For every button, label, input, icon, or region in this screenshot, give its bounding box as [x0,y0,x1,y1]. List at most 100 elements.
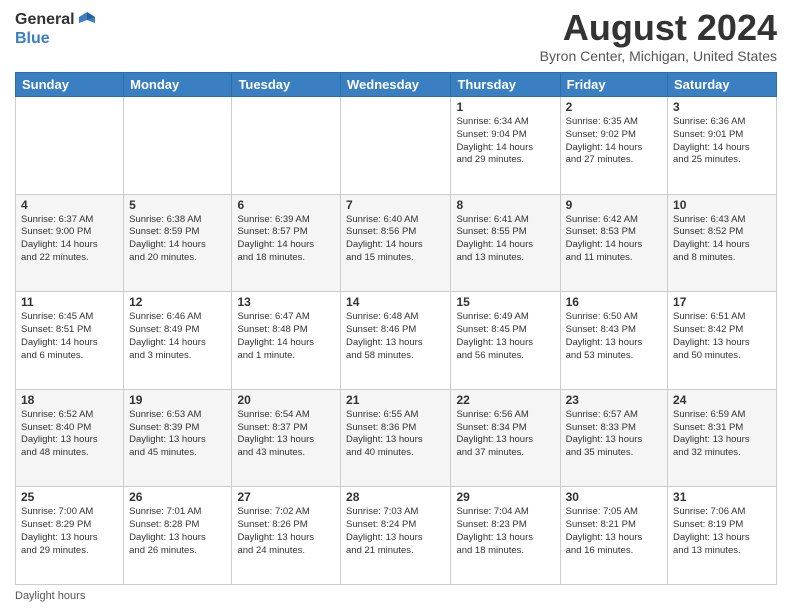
day-number: 18 [21,393,118,407]
day-info: Sunrise: 6:40 AM Sunset: 8:56 PM Dayligh… [346,214,445,265]
day-number: 27 [237,490,335,504]
col-header-monday: Monday [124,73,232,97]
day-info: Sunrise: 6:39 AM Sunset: 8:57 PM Dayligh… [237,214,335,265]
day-info: Sunrise: 6:53 AM Sunset: 8:39 PM Dayligh… [129,409,226,460]
day-number: 23 [566,393,662,407]
calendar-table: SundayMondayTuesdayWednesdayThursdayFrid… [15,72,777,585]
day-number: 8 [456,198,554,212]
calendar-week-4: 18 Sunrise: 6:52 AM Sunset: 8:40 PM Dayli… [16,389,777,487]
calendar-cell: 1 Sunrise: 6:34 AM Sunset: 9:04 PM Daylig… [451,97,560,195]
calendar-cell: 10Sunrise: 6:43 AM Sunset: 8:52 PM Dayli… [668,194,777,292]
calendar-cell: 16Sunrise: 6:50 AM Sunset: 8:43 PM Dayli… [560,292,667,390]
logo: General Blue [15,10,97,48]
calendar-cell: 22 Sunrise: 6:56 AM Sunset: 8:34 PM Dayli… [451,389,560,487]
calendar-cell: 9Sunrise: 6:42 AM Sunset: 8:53 PM Daylig… [560,194,667,292]
calendar-cell: 24 Sunrise: 6:59 AM Sunset: 8:31 PM Dayli… [668,389,777,487]
day-number: 11 [21,295,118,309]
calendar-cell: 8 Sunrise: 6:41 AM Sunset: 8:55 PM Daylig… [451,194,560,292]
day-info: Sunrise: 6:56 AM Sunset: 8:34 PM Dayligh… [456,409,554,460]
day-number: 9 [566,198,662,212]
day-number: 7 [346,198,445,212]
calendar-cell: 17Sunrise: 6:51 AM Sunset: 8:42 PM Dayli… [668,292,777,390]
calendar-cell: 2 Sunrise: 6:35 AM Sunset: 9:02 PM Daylig… [560,97,667,195]
day-info: Sunrise: 6:34 AM Sunset: 9:04 PM Dayligh… [456,116,554,167]
day-info: Sunrise: 6:46 AM Sunset: 8:49 PM Dayligh… [129,311,226,362]
day-number: 24 [673,393,771,407]
day-info: Sunrise: 7:02 AM Sunset: 8:26 PM Dayligh… [237,506,335,557]
day-info: Sunrise: 6:51 AM Sunset: 8:42 PM Dayligh… [673,311,771,362]
day-number: 19 [129,393,226,407]
calendar-cell: 15Sunrise: 6:49 AM Sunset: 8:45 PM Dayli… [451,292,560,390]
day-number: 6 [237,198,335,212]
day-info: Sunrise: 7:04 AM Sunset: 8:23 PM Dayligh… [456,506,554,557]
day-info: Sunrise: 6:47 AM Sunset: 8:48 PM Dayligh… [237,311,335,362]
day-info: Sunrise: 6:45 AM Sunset: 8:51 PM Dayligh… [21,311,118,362]
logo-blue-text: Blue [15,30,50,48]
day-info: Sunrise: 6:52 AM Sunset: 8:40 PM Dayligh… [21,409,118,460]
day-info: Sunrise: 6:48 AM Sunset: 8:46 PM Dayligh… [346,311,445,362]
day-info: Sunrise: 6:54 AM Sunset: 8:37 PM Dayligh… [237,409,335,460]
calendar-cell [232,97,341,195]
logo-flag-icon [77,10,97,30]
calendar-cell: 14 Sunrise: 6:48 AM Sunset: 8:46 PM Dayli… [341,292,451,390]
calendar-cell: 21 Sunrise: 6:55 AM Sunset: 8:36 PM Dayli… [341,389,451,487]
day-number: 12 [129,295,226,309]
col-header-wednesday: Wednesday [341,73,451,97]
title-area: August 2024 Byron Center, Michigan, Unit… [540,10,777,64]
col-header-thursday: Thursday [451,73,560,97]
calendar-cell: 23Sunrise: 6:57 AM Sunset: 8:33 PM Dayli… [560,389,667,487]
day-number: 16 [566,295,662,309]
day-number: 26 [129,490,226,504]
col-header-tuesday: Tuesday [232,73,341,97]
calendar-cell: 12 Sunrise: 6:46 AM Sunset: 8:49 PM Dayli… [124,292,232,390]
day-info: Sunrise: 7:06 AM Sunset: 8:19 PM Dayligh… [673,506,771,557]
calendar-cell [341,97,451,195]
day-number: 3 [673,100,771,114]
calendar-cell: 5 Sunrise: 6:38 AM Sunset: 8:59 PM Daylig… [124,194,232,292]
day-number: 31 [673,490,771,504]
calendar-header-row: SundayMondayTuesdayWednesdayThursdayFrid… [16,73,777,97]
day-info: Sunrise: 6:55 AM Sunset: 8:36 PM Dayligh… [346,409,445,460]
day-number: 20 [237,393,335,407]
day-info: Sunrise: 6:36 AM Sunset: 9:01 PM Dayligh… [673,116,771,167]
calendar-cell: 19 Sunrise: 6:53 AM Sunset: 8:39 PM Dayli… [124,389,232,487]
daylight-label: Daylight hours [15,590,85,602]
day-info: Sunrise: 6:35 AM Sunset: 9:02 PM Dayligh… [566,116,662,167]
calendar-cell: 11 Sunrise: 6:45 AM Sunset: 8:51 PM Dayli… [16,292,124,390]
calendar-week-2: 4 Sunrise: 6:37 AM Sunset: 9:00 PM Daylig… [16,194,777,292]
day-number: 2 [566,100,662,114]
calendar-cell [16,97,124,195]
day-info: Sunrise: 6:59 AM Sunset: 8:31 PM Dayligh… [673,409,771,460]
month-title: August 2024 [540,10,777,46]
day-number: 22 [456,393,554,407]
calendar-cell: 28 Sunrise: 7:03 AM Sunset: 8:24 PM Dayli… [341,487,451,585]
calendar-week-5: 25Sunrise: 7:00 AM Sunset: 8:29 PM Dayli… [16,487,777,585]
col-header-saturday: Saturday [668,73,777,97]
day-number: 29 [456,490,554,504]
day-info: Sunrise: 7:01 AM Sunset: 8:28 PM Dayligh… [129,506,226,557]
calendar-cell: 30Sunrise: 7:05 AM Sunset: 8:21 PM Dayli… [560,487,667,585]
day-number: 5 [129,198,226,212]
day-info: Sunrise: 7:03 AM Sunset: 8:24 PM Dayligh… [346,506,445,557]
day-number: 28 [346,490,445,504]
day-info: Sunrise: 6:37 AM Sunset: 9:00 PM Dayligh… [21,214,118,265]
calendar-cell: 31 Sunrise: 7:06 AM Sunset: 8:19 PM Dayli… [668,487,777,585]
calendar-cell: 7 Sunrise: 6:40 AM Sunset: 8:56 PM Daylig… [341,194,451,292]
calendar-cell: 25Sunrise: 7:00 AM Sunset: 8:29 PM Dayli… [16,487,124,585]
col-header-friday: Friday [560,73,667,97]
day-number: 14 [346,295,445,309]
day-info: Sunrise: 7:00 AM Sunset: 8:29 PM Dayligh… [21,506,118,557]
header: General Blue August 2024 Byron Center, M… [15,10,777,64]
day-number: 4 [21,198,118,212]
day-info: Sunrise: 6:49 AM Sunset: 8:45 PM Dayligh… [456,311,554,362]
location-text: Byron Center, Michigan, United States [540,48,777,64]
calendar-cell [124,97,232,195]
calendar-cell: 20 Sunrise: 6:54 AM Sunset: 8:37 PM Dayli… [232,389,341,487]
day-number: 1 [456,100,554,114]
day-info: Sunrise: 6:41 AM Sunset: 8:55 PM Dayligh… [456,214,554,265]
footer: Daylight hours [15,590,777,602]
day-number: 21 [346,393,445,407]
calendar-cell: 3 Sunrise: 6:36 AM Sunset: 9:01 PM Daylig… [668,97,777,195]
calendar-cell: 18 Sunrise: 6:52 AM Sunset: 8:40 PM Dayli… [16,389,124,487]
day-info: Sunrise: 6:38 AM Sunset: 8:59 PM Dayligh… [129,214,226,265]
